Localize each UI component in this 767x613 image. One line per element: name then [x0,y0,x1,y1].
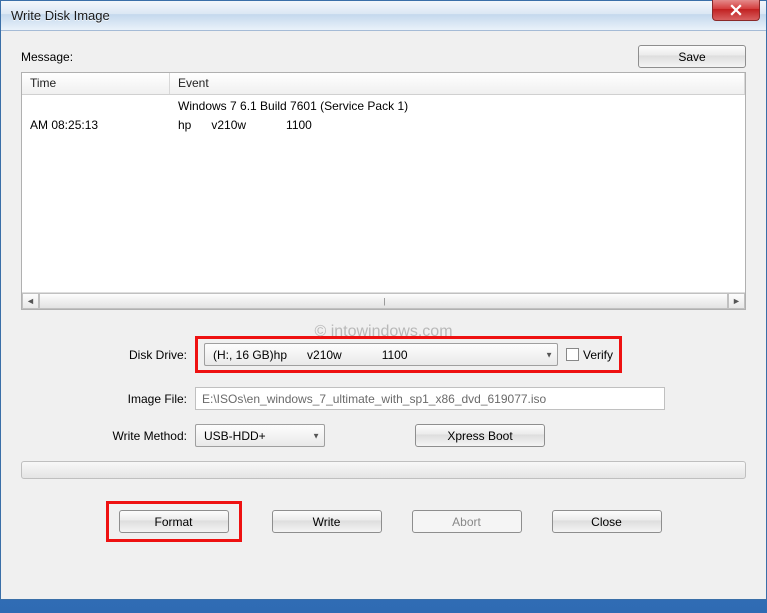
disk-drive-label: Disk Drive: [85,348,195,362]
horizontal-scrollbar[interactable]: ◄ ||| ► [22,292,745,309]
titlebar[interactable]: Write Disk Image [1,1,766,31]
xpress-boot-button[interactable]: Xpress Boot [415,424,545,447]
scroll-track[interactable]: ||| [39,293,728,309]
image-file-field[interactable]: E:\ISOs\en_windows_7_ultimate_with_sp1_x… [195,387,665,410]
abort-button: Abort [412,510,522,533]
close-dialog-button[interactable]: Close [552,510,662,533]
window-title: Write Disk Image [7,8,760,23]
message-label: Message: [21,50,73,64]
content-area: Message: Save Time Event Windows 7 6.1 B… [1,31,766,599]
listview-header: Time Event [22,73,745,95]
chevron-down-icon: ▼ [545,350,553,359]
list-item[interactable]: Windows 7 6.1 Build 7601 (Service Pack 1… [22,98,745,117]
scroll-left-icon[interactable]: ◄ [22,293,39,309]
close-icon [730,4,742,16]
disk-drive-combo[interactable]: (H:, 16 GB)hp v210w 1100 ▼ [204,343,558,366]
col-header-event[interactable]: Event [170,73,745,94]
write-method-value: USB-HDD+ [204,429,266,443]
save-button[interactable]: Save [638,45,746,68]
highlight-disk-drive: (H:, 16 GB)hp v210w 1100 ▼ Verify [195,336,622,373]
verify-checkbox[interactable] [566,348,579,361]
cell-time [22,98,170,117]
listview-body: Windows 7 6.1 Build 7601 (Service Pack 1… [22,95,745,292]
cell-event: hp v210w 1100 [170,117,745,136]
list-item[interactable]: AM 08:25:13 hp v210w 1100 [22,117,745,136]
cell-time: AM 08:25:13 [22,117,170,136]
format-button[interactable]: Format [119,510,229,533]
chevron-down-icon: ▼ [312,431,320,440]
image-file-label: Image File: [85,392,195,406]
write-button[interactable]: Write [272,510,382,533]
scroll-right-icon[interactable]: ► [728,293,745,309]
image-file-value: E:\ISOs\en_windows_7_ultimate_with_sp1_x… [202,392,546,406]
close-button[interactable] [712,0,760,21]
write-method-label: Write Method: [85,429,195,443]
disk-drive-value: (H:, 16 GB)hp v210w 1100 [213,348,408,362]
message-listview: Time Event Windows 7 6.1 Build 7601 (Ser… [21,72,746,310]
progress-bar [21,461,746,479]
col-header-time[interactable]: Time [22,73,170,94]
window: Write Disk Image Message: Save Time Even… [0,0,767,600]
write-method-combo[interactable]: USB-HDD+ ▼ [195,424,325,447]
scroll-thumb[interactable]: ||| [39,293,728,309]
highlight-format: Format [106,501,242,542]
verify-label: Verify [583,348,613,362]
cell-event: Windows 7 6.1 Build 7601 (Service Pack 1… [170,98,745,117]
button-row: Format Write Abort Close [21,501,746,542]
